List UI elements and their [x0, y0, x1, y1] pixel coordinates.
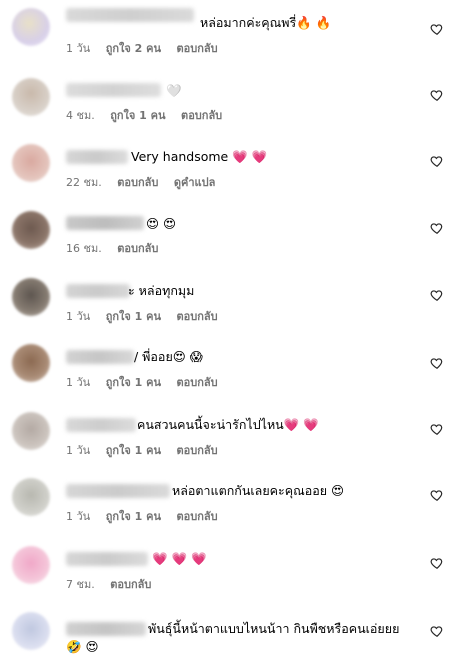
like-heart-icon[interactable]: [430, 488, 444, 502]
avatar[interactable]: [12, 546, 50, 584]
likes-count-link[interactable]: ถูกใจ 1 คน: [106, 376, 161, 389]
comment-meta: 1 วัน ถูกใจ 1 คน ตอบกลับ: [66, 310, 230, 324]
comment-text: Very handsome 💗 💗: [131, 149, 268, 164]
avatar[interactable]: [12, 478, 50, 516]
comment-meta: 22 ชม. ตอบกลับ ดูคำแปล: [66, 176, 227, 190]
see-translation-link[interactable]: ดูคำแปล: [174, 176, 216, 189]
comment-item: 🤍 4 ชม. ถูกใจ 1 คน ตอบกลับ: [0, 78, 458, 145]
comment-text: / พี่ออย😍 😱: [134, 349, 203, 364]
comment-time: 1 วัน: [66, 42, 91, 55]
like-heart-icon[interactable]: [430, 22, 444, 36]
reply-button[interactable]: ตอบกลับ: [177, 310, 218, 323]
like-heart-icon[interactable]: [430, 422, 444, 436]
comment-meta: 1 วัน ถูกใจ 2 คน ตอบกลับ: [66, 42, 230, 56]
comment-meta: 1 วัน ถูกใจ 1 คน ตอบกลับ: [66, 376, 230, 390]
reply-button[interactable]: ตอบกลับ: [177, 444, 218, 457]
avatar[interactable]: [12, 344, 50, 382]
comment-meta: 1 วัน ถูกใจ 1 คน ตอบกลับ: [66, 444, 230, 458]
comment-text: 🤍: [166, 83, 182, 98]
username-blurred[interactable]: [66, 622, 146, 636]
username-blurred[interactable]: [66, 150, 128, 164]
likes-count-link[interactable]: ถูกใจ 1 คน: [106, 510, 161, 523]
avatar[interactable]: [12, 144, 50, 182]
username-blurred[interactable]: [66, 552, 148, 566]
reply-button[interactable]: ตอบกลับ: [117, 176, 158, 189]
comment-time: 1 วัน: [66, 310, 91, 323]
like-heart-icon[interactable]: [430, 556, 444, 570]
comment-time: 7 ชม.: [66, 578, 95, 591]
username-blurred[interactable]: [66, 83, 161, 97]
reply-button[interactable]: ตอบกลับ: [117, 242, 158, 255]
comment-item: พันธุ์นี้หน้าตาแบบไหนน้าา กินพืชหรือคนเอ…: [0, 612, 458, 657]
username-blurred[interactable]: [66, 484, 170, 498]
username-blurred[interactable]: [66, 418, 136, 432]
username-blurred[interactable]: [66, 350, 134, 364]
likes-count-link[interactable]: ถูกใจ 1 คน: [106, 310, 161, 323]
avatar[interactable]: [12, 78, 50, 116]
comment-time: 1 วัน: [66, 376, 91, 389]
comment-time: 4 ชม.: [66, 109, 95, 122]
comment-meta: 7 ชม. ตอบกลับ: [66, 578, 163, 592]
reply-button[interactable]: ตอบกลับ: [177, 42, 218, 55]
reply-button[interactable]: ตอบกลับ: [177, 510, 218, 523]
comment-text-continued: 🤣 😍: [66, 639, 99, 654]
comment-text: พันธุ์นี้หน้าตาแบบไหนน้าา กินพืชหรือคนเอ…: [148, 621, 400, 636]
comment-text: ะ หล่อทุกมุม: [128, 283, 195, 298]
comment-time: 16 ชม.: [66, 242, 102, 255]
like-heart-icon[interactable]: [430, 221, 444, 235]
comment-meta: 1 วัน ถูกใจ 1 คน ตอบกลับ: [66, 510, 230, 524]
likes-count-link[interactable]: ถูกใจ 2 คน: [106, 42, 161, 55]
comment-item: หล่อมากค่ะคุณพรี่🔥 🔥 1 วัน ถูกใจ 2 คน ตอ…: [0, 8, 458, 75]
avatar[interactable]: [12, 8, 50, 46]
comment-time: 1 วัน: [66, 510, 91, 523]
like-heart-icon[interactable]: [430, 154, 444, 168]
comment-item: ะ หล่อทุกมุม 1 วัน ถูกใจ 1 คน ตอบกลับ: [0, 278, 458, 345]
comment-item: / พี่ออย😍 😱 1 วัน ถูกใจ 1 คน ตอบกลับ: [0, 344, 458, 411]
comment-text: 😍 😍: [146, 216, 177, 231]
username-blurred[interactable]: [66, 8, 194, 22]
username-blurred[interactable]: [66, 284, 130, 298]
comment-text: หล่อตาแตกกันเลยคะคุณออย 😍: [172, 483, 345, 498]
comment-item: คนสวนคนนี้จะน่ารักไปไหน💗 💗 1 วัน ถูกใจ 1…: [0, 412, 458, 479]
comment-item: 😍 😍 16 ชม. ตอบกลับ: [0, 211, 458, 278]
reply-button[interactable]: ตอบกลับ: [177, 376, 218, 389]
like-heart-icon[interactable]: [430, 356, 444, 370]
comment-meta: 16 ชม. ตอบกลับ: [66, 242, 170, 256]
like-heart-icon[interactable]: [430, 88, 444, 102]
like-heart-icon[interactable]: [430, 624, 444, 638]
comment-text: คนสวนคนนี้จะน่ารักไปไหน💗 💗: [137, 417, 319, 432]
comment-time: 22 ชม.: [66, 176, 102, 189]
comment-item: Very handsome 💗 💗 22 ชม. ตอบกลับ ดูคำแปล: [0, 144, 458, 211]
likes-count-link[interactable]: ถูกใจ 1 คน: [110, 109, 165, 122]
likes-count-link[interactable]: ถูกใจ 1 คน: [106, 444, 161, 457]
reply-button[interactable]: ตอบกลับ: [110, 578, 151, 591]
comment-item: หล่อตาแตกกันเลยคะคุณออย 😍 1 วัน ถูกใจ 1 …: [0, 478, 458, 545]
like-heart-icon[interactable]: [430, 288, 444, 302]
avatar[interactable]: [12, 612, 50, 650]
username-blurred[interactable]: [66, 216, 144, 230]
comment-text: 💗 💗 💗: [152, 551, 207, 566]
comment-item: 💗 💗 💗 7 ชม. ตอบกลับ: [0, 546, 458, 613]
avatar[interactable]: [12, 211, 50, 249]
comment-text: หล่อมากค่ะคุณพรี่🔥 🔥: [200, 15, 332, 30]
avatar[interactable]: [12, 412, 50, 450]
comment-meta: 4 ชม. ถูกใจ 1 คน ตอบกลับ: [66, 109, 234, 123]
reply-button[interactable]: ตอบกลับ: [181, 109, 222, 122]
avatar[interactable]: [12, 278, 50, 316]
comment-time: 1 วัน: [66, 444, 91, 457]
